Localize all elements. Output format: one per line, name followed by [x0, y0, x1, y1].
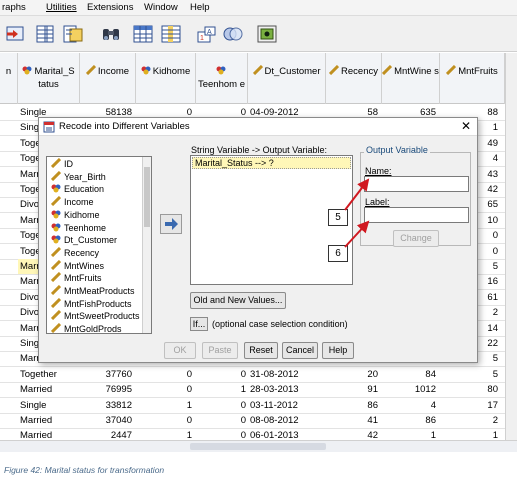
callout-5-arrow	[344, 178, 370, 211]
figure-caption: Figure 42: Marital status for transforma…	[4, 465, 165, 475]
callout-arrows	[344, 178, 370, 248]
callout-6-arrow	[344, 220, 370, 248]
